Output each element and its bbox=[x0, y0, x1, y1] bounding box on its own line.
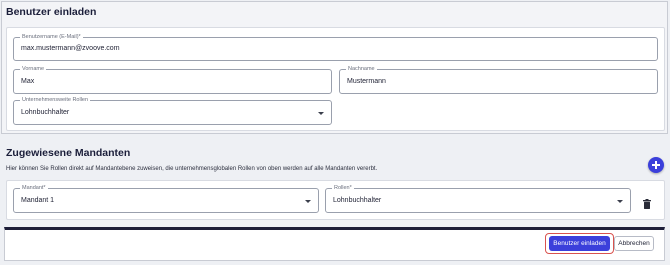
invite-section-title: Benutzer einladen bbox=[6, 6, 97, 18]
last-name-label: Nachname bbox=[346, 65, 377, 73]
last-name-value: Mustermann bbox=[347, 78, 386, 85]
trash-icon bbox=[643, 199, 651, 209]
client-value: Mandant 1 bbox=[21, 197, 55, 204]
company-roles-value: Lohnbuchhalter bbox=[21, 109, 70, 116]
chevron-down-icon bbox=[617, 200, 623, 203]
invite-user-button[interactable]: Benutzer einladen bbox=[549, 236, 610, 251]
clients-hint-text: Hier können Sie Rollen direkt auf Mandan… bbox=[6, 166, 378, 172]
chevron-down-icon bbox=[305, 200, 311, 203]
first-name-value: Max bbox=[21, 78, 35, 85]
chevron-down-icon bbox=[318, 112, 324, 115]
username-email-field[interactable]: Benutzername (E-Mail)* max.mustermann@zv… bbox=[13, 33, 658, 61]
company-roles-label: Unternehmensweite Rollen bbox=[20, 96, 91, 104]
first-name-field[interactable]: Vorname Max bbox=[13, 65, 332, 94]
clients-section-title: Zugewiesene Mandanten bbox=[6, 147, 131, 159]
company-roles-select[interactable]: Unternehmensweite Rollen Lohnbuchhalter bbox=[13, 96, 332, 125]
last-name-field[interactable]: Nachname Mustermann bbox=[339, 65, 658, 94]
delete-client-button[interactable] bbox=[643, 196, 651, 209]
client-roles-value: Lohnbuchhalter bbox=[333, 197, 382, 204]
client-select[interactable]: Mandant* Mandant 1 bbox=[13, 184, 319, 213]
client-label: Mandant* bbox=[20, 184, 48, 192]
username-email-value: max.mustermann@zvoove.com bbox=[21, 45, 120, 52]
first-name-label: Vorname bbox=[20, 65, 47, 73]
client-roles-label: Rollen* bbox=[332, 184, 354, 192]
username-email-label: Benutzername (E-Mail)* bbox=[20, 33, 83, 41]
cancel-button[interactable]: Abbrechen bbox=[614, 236, 654, 251]
add-client-button[interactable] bbox=[648, 157, 664, 173]
client-roles-select[interactable]: Rollen* Lohnbuchhalter bbox=[325, 184, 631, 213]
